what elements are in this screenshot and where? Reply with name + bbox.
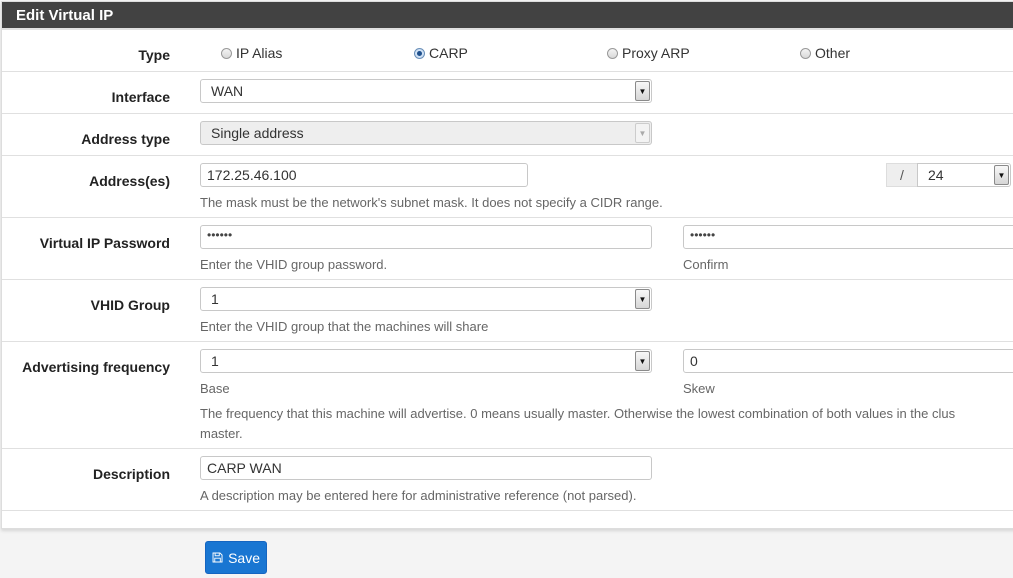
floppy-disk-icon	[212, 552, 223, 563]
vhid-help: Enter the VHID group that the machines w…	[200, 319, 489, 334]
chevron-down-icon[interactable]: ▼	[635, 351, 650, 371]
type-label: Type	[138, 47, 170, 63]
password-help: Enter the VHID group password.	[200, 257, 388, 272]
advertising-skew-input[interactable]: 0	[683, 349, 1013, 373]
address-type-label: Address type	[81, 131, 170, 147]
description-help: A description may be entered here for ad…	[200, 488, 637, 503]
type-radio-carp[interactable]: CARP	[414, 45, 468, 61]
advertising-help-line1: The frequency that this machine will adv…	[200, 406, 956, 421]
type-radio-proxy-arp[interactable]: Proxy ARP	[607, 45, 690, 61]
type-row: Type IP Alias CARP Proxy ARP Other	[2, 32, 1013, 72]
interface-select[interactable]: WAN ▼	[200, 79, 652, 103]
address-type-row: Address type Single address ▼	[2, 114, 1013, 156]
advertising-skew-help: Skew	[683, 381, 715, 396]
chevron-down-icon: ▼	[635, 123, 650, 143]
panel-title: Edit Virtual IP	[2, 2, 1013, 30]
vhid-label: VHID Group	[90, 297, 170, 313]
description-label: Description	[92, 466, 170, 482]
edit-virtual-ip-panel: Edit Virtual IP Type IP Alias CARP Proxy…	[1, 1, 1013, 529]
advertising-row: Advertising frequency 1 ▼ 0 Base Skew Th…	[2, 342, 1013, 449]
description-row: Description CARP WAN A description may b…	[2, 449, 1013, 511]
save-button[interactable]: Save	[205, 541, 267, 574]
vhid-select[interactable]: 1 ▼	[200, 287, 652, 311]
address-type-select[interactable]: Single address ▼	[200, 121, 652, 145]
radio-checked-icon[interactable]	[414, 47, 425, 59]
subnet-mask-select[interactable]: 24 ▼	[917, 163, 1011, 187]
cidr-separator: /	[886, 163, 918, 187]
password-row: Virtual IP Password •••••• •••••• Enter …	[2, 218, 1013, 280]
password-confirm-help: Confirm	[683, 257, 729, 272]
password-input[interactable]: ••••••	[200, 225, 652, 249]
advertising-label: Advertising frequency	[22, 359, 170, 375]
interface-row: Interface WAN ▼	[2, 72, 1013, 114]
radio-unchecked-icon[interactable]	[800, 47, 811, 59]
type-radio-ip-alias[interactable]: IP Alias	[221, 45, 282, 61]
vhid-row: VHID Group 1 ▼ Enter the VHID group that…	[2, 280, 1013, 342]
chevron-down-icon[interactable]: ▼	[994, 165, 1009, 185]
password-confirm-input[interactable]: ••••••	[683, 225, 1013, 249]
radio-unchecked-icon[interactable]	[221, 47, 232, 59]
addresses-row: Address(es) 172.25.46.100 / 24 ▼ The mas…	[2, 156, 1013, 218]
type-radio-other[interactable]: Other	[800, 45, 850, 61]
advertising-base-select[interactable]: 1 ▼	[200, 349, 652, 373]
chevron-down-icon[interactable]: ▼	[635, 289, 650, 309]
addresses-label: Address(es)	[89, 173, 170, 189]
password-label: Virtual IP Password	[39, 235, 170, 251]
address-input[interactable]: 172.25.46.100	[200, 163, 528, 187]
chevron-down-icon[interactable]: ▼	[635, 81, 650, 101]
description-input[interactable]: CARP WAN	[200, 456, 652, 480]
advertising-help-line2: master.	[200, 426, 243, 441]
radio-unchecked-icon[interactable]	[607, 47, 618, 59]
interface-label: Interface	[111, 89, 170, 105]
advertising-base-help: Base	[200, 381, 230, 396]
addresses-help: The mask must be the network's subnet ma…	[200, 195, 663, 210]
